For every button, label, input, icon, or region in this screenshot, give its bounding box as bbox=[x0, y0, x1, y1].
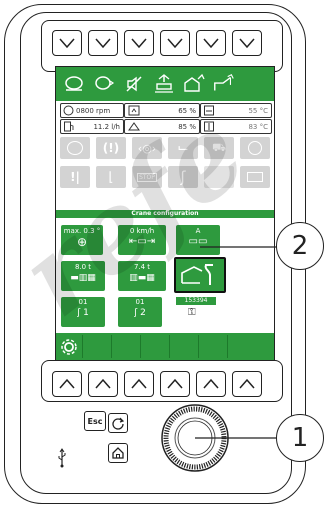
callout-2: 2 bbox=[276, 222, 324, 270]
callout-1: 1 bbox=[276, 414, 324, 462]
